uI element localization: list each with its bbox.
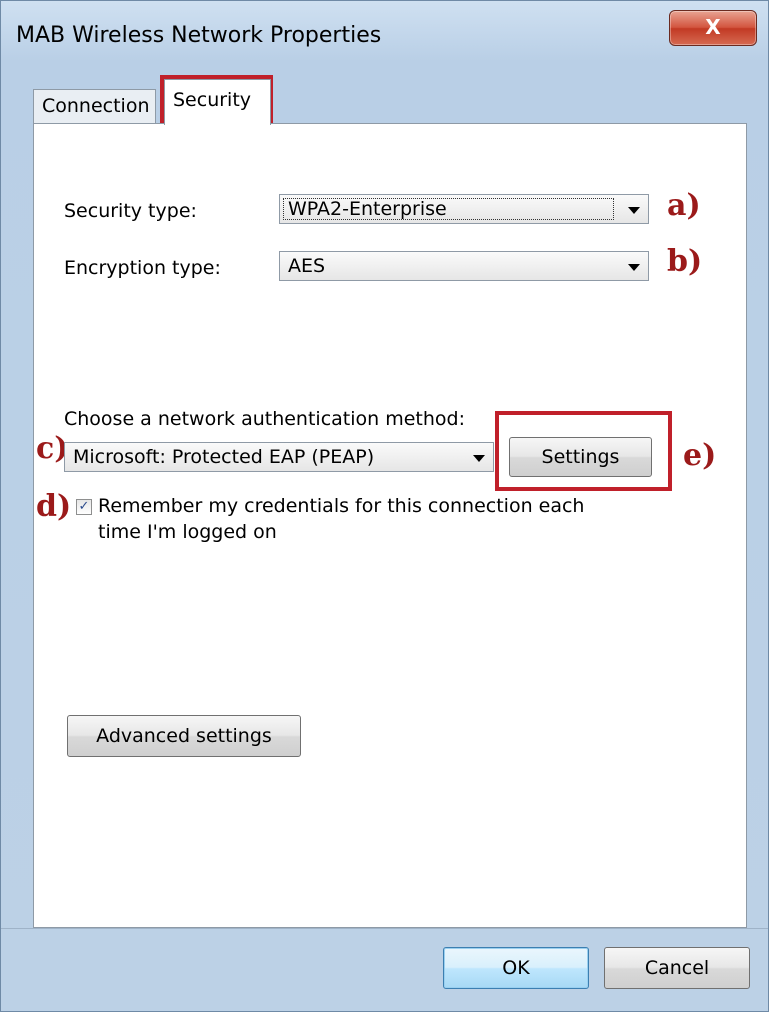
- ok-button-label: OK: [502, 957, 530, 979]
- remember-credentials-label-line2: time I'm logged on: [98, 521, 277, 543]
- advanced-settings-label: Advanced settings: [96, 725, 272, 747]
- focus-rect: [283, 198, 614, 220]
- tab-connection[interactable]: Connection: [33, 89, 156, 123]
- properties-dialog: MAB Wireless Network Properties X Connec…: [0, 0, 769, 1012]
- remember-credentials-checkbox[interactable]: ✓: [76, 499, 92, 515]
- annotation-b: b): [667, 244, 703, 279]
- highlight-settings-button: [495, 411, 672, 491]
- encryption-type-dropdown[interactable]: AES: [279, 251, 649, 281]
- chevron-down-icon: [628, 207, 640, 214]
- encryption-type-value: AES: [288, 255, 326, 277]
- close-button[interactable]: X: [669, 10, 757, 46]
- auth-method-dropdown[interactable]: Microsoft: Protected EAP (PEAP): [64, 442, 494, 472]
- security-type-label: Security type:: [64, 200, 197, 222]
- ok-button[interactable]: OK: [443, 947, 589, 989]
- remember-credentials-label: Remember my credentials for this connect…: [98, 495, 585, 517]
- annotation-a: a): [667, 188, 701, 223]
- annotation-d: d): [36, 489, 72, 524]
- footer-divider: [1, 928, 768, 929]
- cancel-button-label: Cancel: [644, 957, 710, 979]
- auth-method-label: Choose a network authentication method:: [64, 408, 466, 430]
- auth-method-value: Microsoft: Protected EAP (PEAP): [73, 446, 375, 468]
- window-title: MAB Wireless Network Properties: [16, 23, 382, 48]
- title-bar[interactable]: MAB Wireless Network Properties X: [1, 1, 768, 71]
- tab-security[interactable]: Security: [164, 79, 271, 125]
- encryption-type-label: Encryption type:: [64, 257, 221, 279]
- tab-security-label: Security: [173, 89, 252, 111]
- security-type-dropdown[interactable]: WPA2-Enterprise: [279, 194, 649, 224]
- advanced-settings-button[interactable]: Advanced settings: [67, 715, 301, 757]
- cancel-button[interactable]: Cancel: [604, 947, 750, 989]
- chevron-down-icon: [628, 264, 640, 271]
- close-icon: X: [705, 15, 721, 39]
- check-icon: ✓: [78, 499, 90, 514]
- chevron-down-icon: [473, 455, 485, 462]
- annotation-e: e): [683, 438, 717, 473]
- tab-connection-label: Connection: [42, 95, 150, 117]
